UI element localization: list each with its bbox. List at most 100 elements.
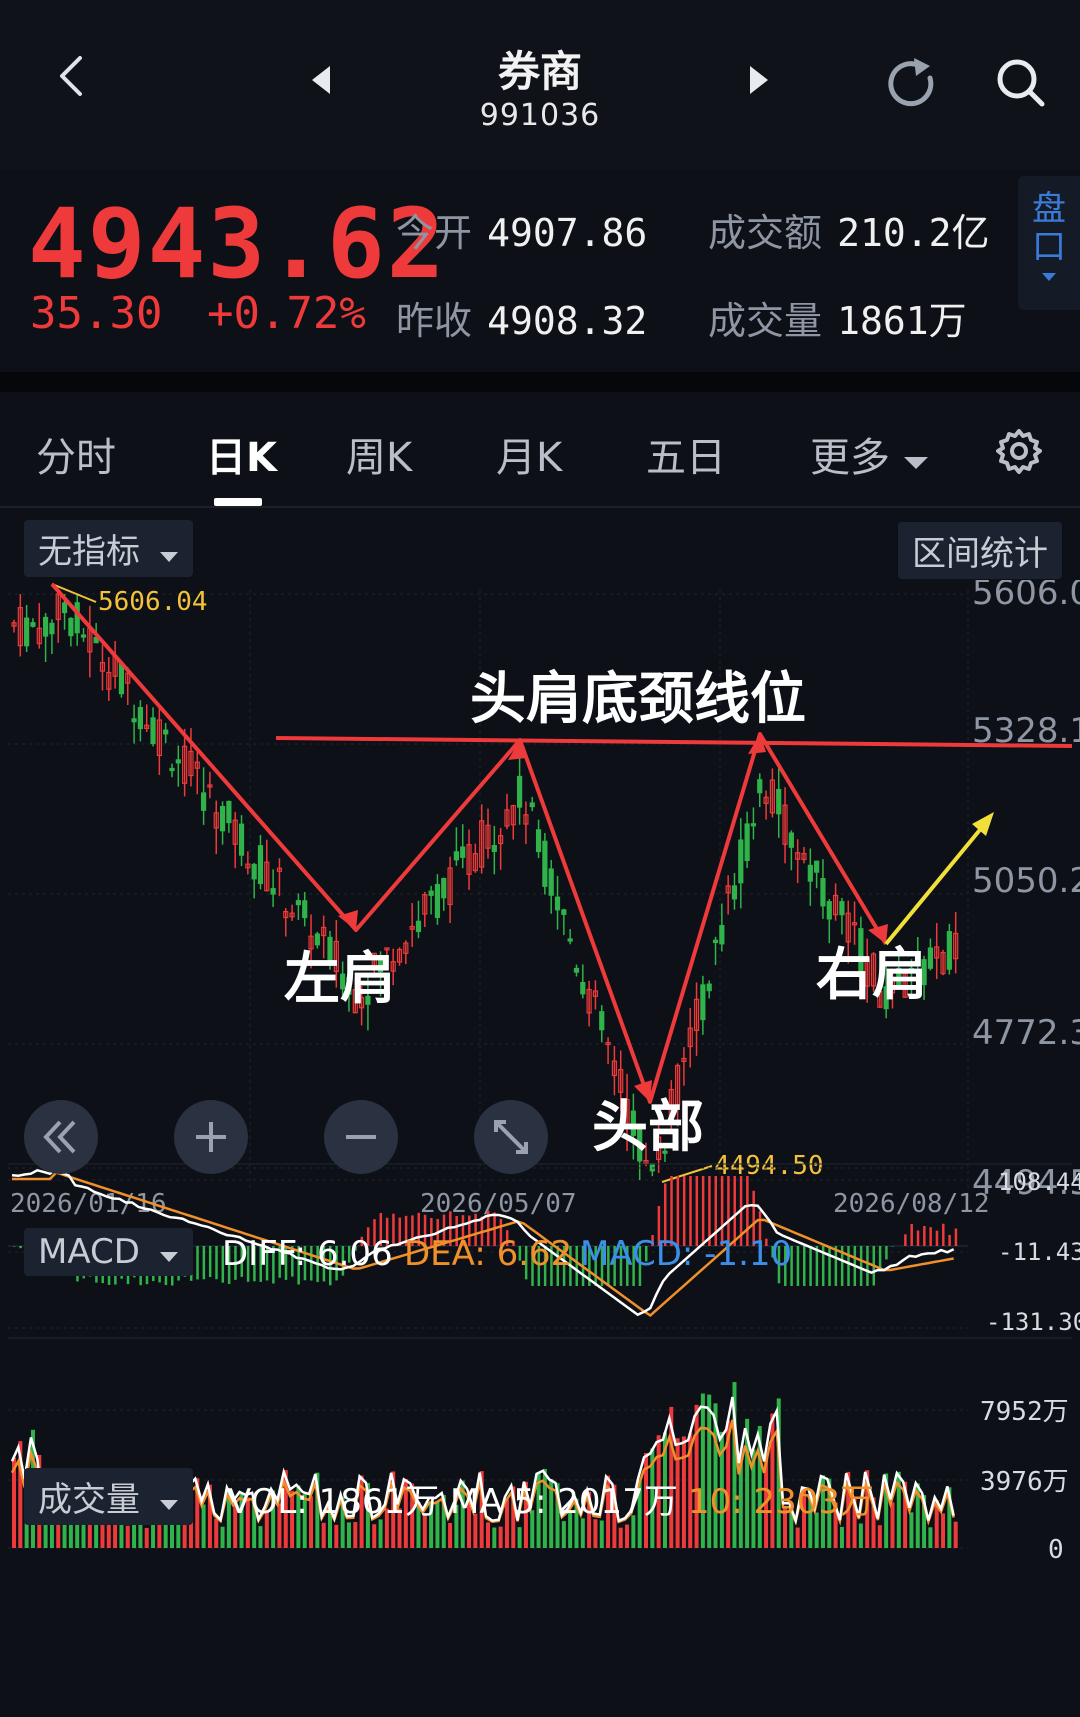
volume-bar [700,1393,705,1548]
candle-body [946,931,952,970]
tab-five-day[interactable]: 五日 [646,425,726,483]
tab-minute[interactable]: 分时 [36,425,116,483]
candle-body [453,851,459,861]
pattern-arrowheads [338,734,888,1102]
candle-body [131,718,137,723]
zoom-out-button[interactable] [324,1100,398,1174]
chevron-left-icon[interactable] [52,54,92,96]
scroll-left-button[interactable] [24,1100,98,1174]
volume-bar [517,1527,522,1548]
candle-body [415,920,422,933]
volume-bar [220,1526,225,1548]
macd-bar [834,1246,838,1286]
zoom-in-button[interactable] [174,1100,248,1174]
pankou-toggle[interactable]: 盘 口 [1018,176,1080,310]
volume-bar [877,1525,882,1548]
page-title: 券商 [497,47,582,96]
macd-bar [398,1217,402,1246]
candle-body [238,823,245,856]
volume-bar [498,1526,503,1548]
macd-bar [910,1223,913,1246]
candle-body [580,981,586,995]
tab-weekly-k[interactable]: 周K [346,425,412,483]
last-price: 4943.62 [28,188,447,300]
candle-body [150,717,156,745]
candle-body [24,617,30,647]
turnover-label: 成交额 [708,211,823,255]
triangle-right-icon[interactable] [748,64,770,100]
candle-body [491,845,497,852]
y-tick-4772: 4772.39 [972,1013,1080,1053]
macd-bar [13,1246,16,1247]
candle-body [74,602,80,634]
macd-bar [859,1246,863,1286]
candle-body [599,1011,605,1031]
volume-bar [258,1526,263,1548]
tab-more[interactable]: 更多 [810,425,929,483]
volume-bar [201,1504,206,1548]
annotation-neckline: 头肩底颈线位 [470,667,806,732]
caret-down-icon [1042,273,1056,281]
macd-bar [929,1227,932,1246]
macd-selector-label: MACD [38,1232,140,1272]
candle-body [516,775,523,808]
volume-bar [890,1502,895,1548]
volume-bar [941,1513,946,1548]
candle-body [535,829,542,853]
candle-body [927,947,934,969]
search-icon[interactable] [994,56,1048,114]
volume-bar [334,1524,339,1548]
macd-bar [954,1228,958,1246]
tab-monthly-k[interactable]: 月K [496,425,562,483]
indicator-selector[interactable]: 无指标 [24,520,193,577]
candle-body [700,984,706,1021]
candle-body [542,840,548,887]
high-marker: 5606.04 [98,587,208,617]
macd-bar [19,1246,22,1249]
active-tab-indicator [214,498,262,506]
candle-body [776,788,782,815]
volume-bar [953,1521,958,1548]
candle-body [750,823,757,827]
triangle-left-icon[interactable] [310,64,332,100]
candle-body [719,925,725,945]
volume-bar [795,1527,800,1548]
volume-bar [618,1527,623,1548]
macd-bar [904,1234,907,1246]
candle-body [137,706,143,730]
candle-body [49,622,55,635]
macd-selector[interactable]: MACD [24,1228,193,1276]
pankou-label-1: 盘 [1032,189,1066,229]
open-row: 今开 4907.86 [396,202,647,257]
candle-body [257,845,264,885]
candle-body [441,877,447,899]
macd-y-tick-bottom: -131.30 [986,1308,1080,1336]
candle-body [428,890,434,896]
neckline [275,736,1073,748]
candle-body [314,933,320,946]
candle-body [826,901,832,920]
pankou-label-2: 口 [1032,227,1066,267]
volume-label: 成交量 [708,299,823,343]
refresh-icon[interactable] [884,56,940,116]
volume-bar [486,1522,490,1548]
candle-body [839,901,845,916]
annotation-left-shoulder: 左肩 [284,947,396,1012]
gear-icon[interactable] [996,428,1042,478]
macd-bar [885,1246,888,1260]
candle-body [529,802,535,808]
indicator-selector-label: 无指标 [38,532,140,572]
range-stat-button[interactable]: 区间统计 [898,522,1062,579]
volume-selector[interactable]: 成交量 [24,1468,193,1525]
change-percent: +0.72% [206,288,366,339]
double-chevron-left-icon [43,1120,76,1154]
fullscreen-button[interactable] [474,1100,548,1174]
candle-body [169,767,175,772]
macd-bar [215,1246,218,1280]
vol-y-tick-mid: 3976万 [980,1467,1069,1497]
vol-y-tick-top: 7952万 [980,1397,1069,1427]
candle-body [61,602,68,614]
candle-body [744,823,750,862]
tab-daily-k[interactable]: 日K [206,425,277,483]
candle-body [42,616,49,637]
